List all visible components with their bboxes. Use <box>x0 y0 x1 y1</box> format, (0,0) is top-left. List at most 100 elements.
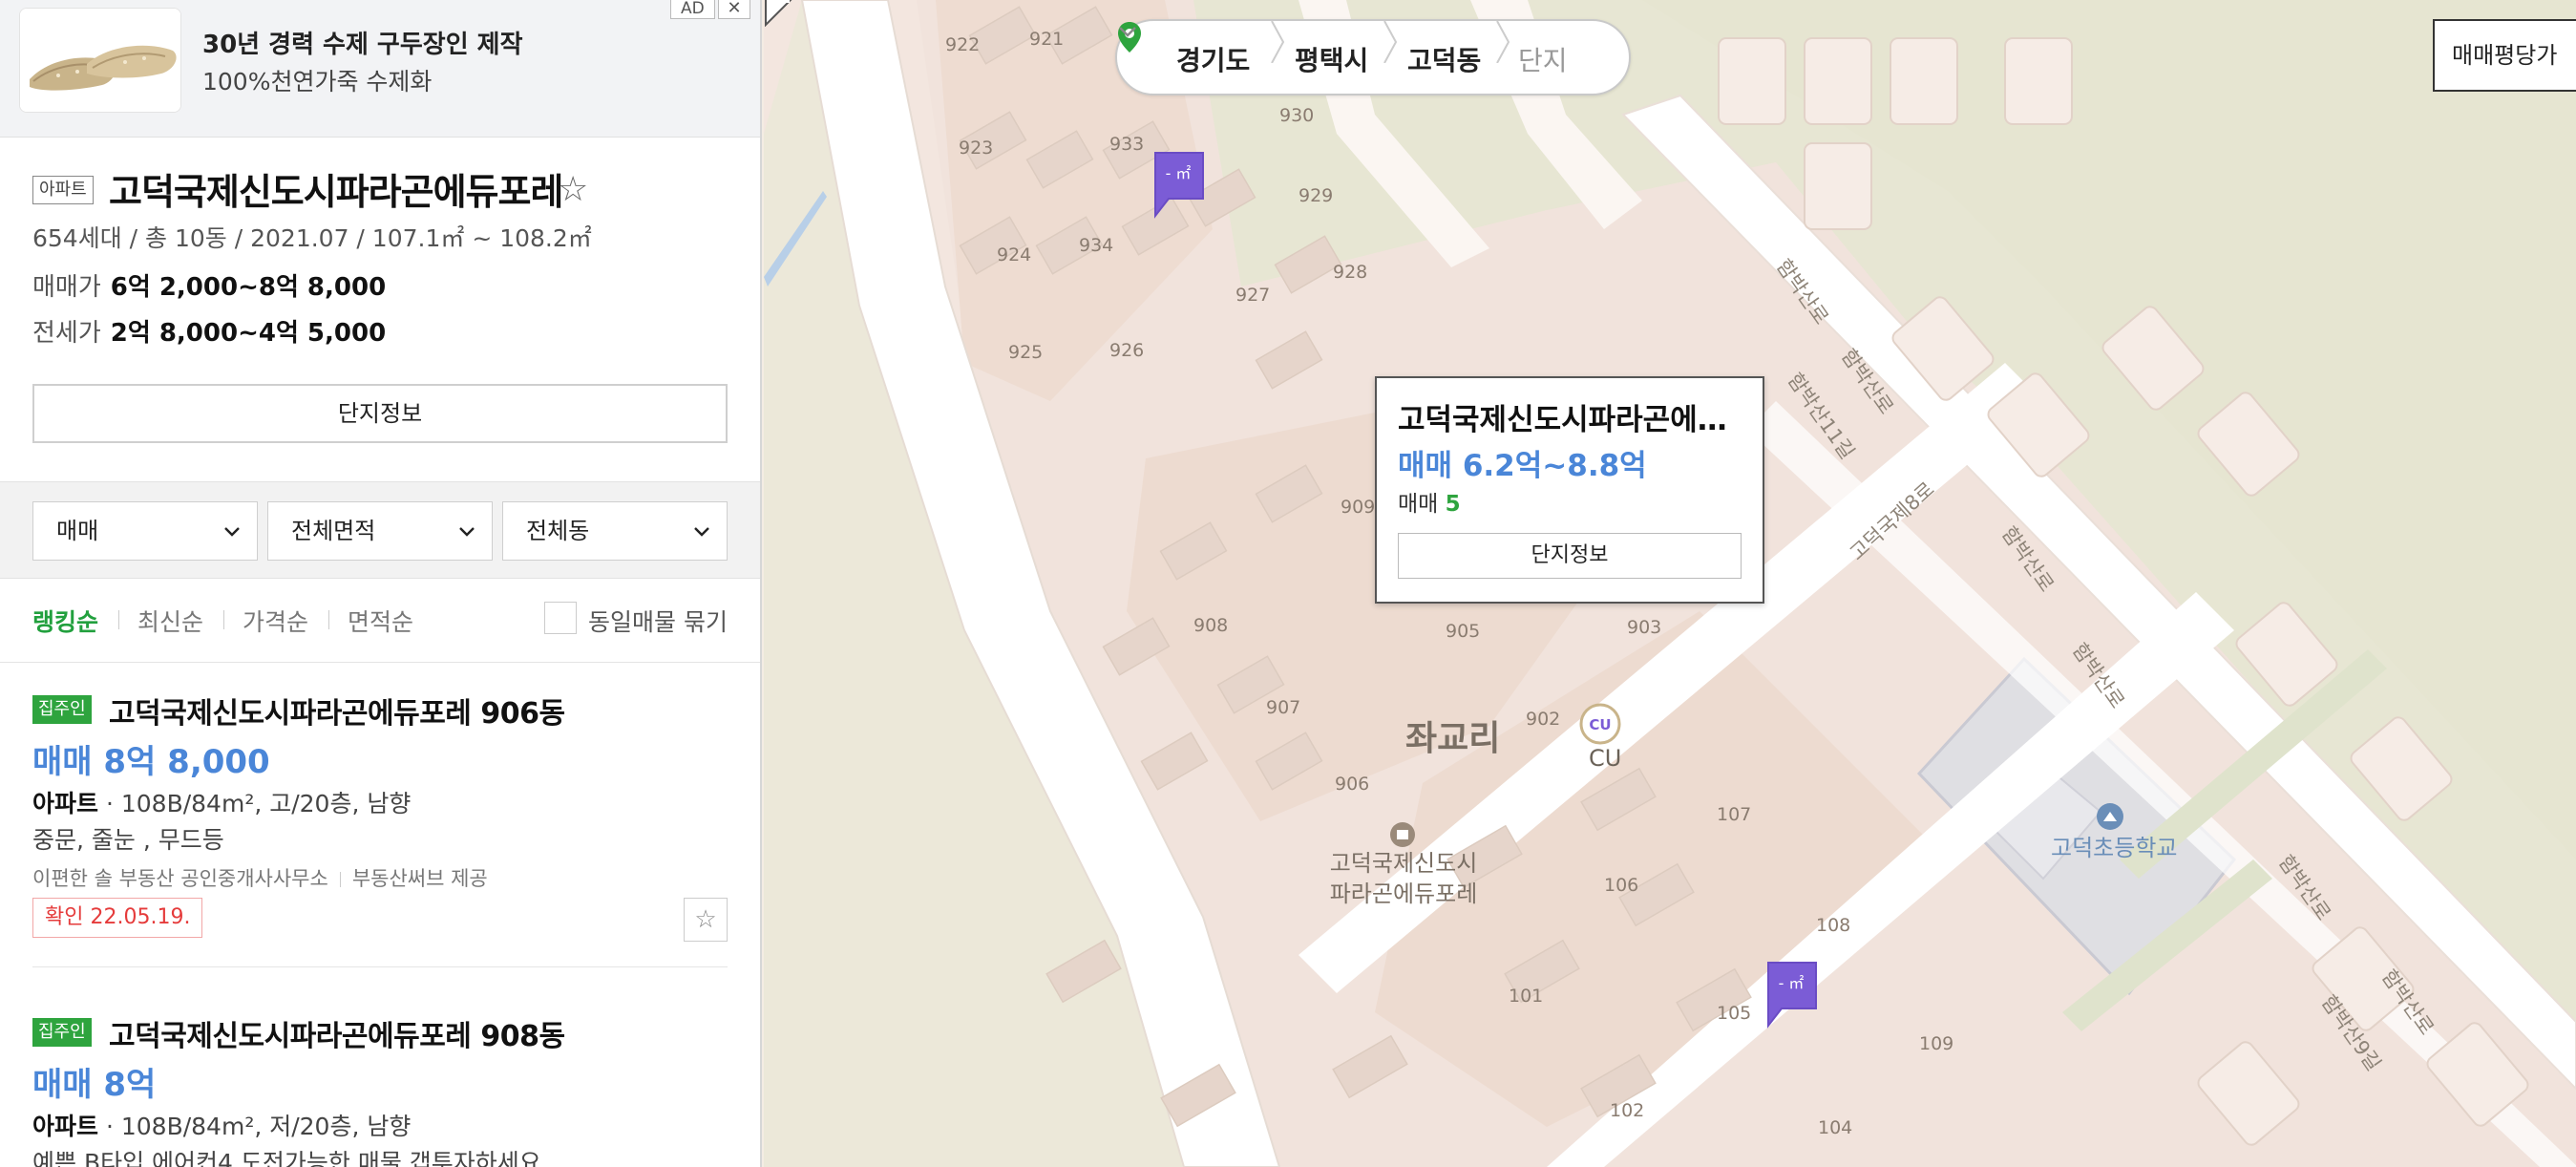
sort-area[interactable]: 면적순 <box>348 604 413 638</box>
building-number-label: 906 <box>1335 774 1370 795</box>
agency-name: 이편한 솔 부동산 공인중개사사무소 <box>32 867 328 890</box>
chevron-down-icon <box>694 527 709 537</box>
sort-latest[interactable]: 최신순 <box>137 604 203 638</box>
sort-ranking[interactable]: 랭킹순 <box>32 604 98 638</box>
building-number-label: 908 <box>1193 615 1229 636</box>
breadcrumb-dong[interactable]: 고덕동 <box>1407 40 1481 78</box>
popup-count-value: 5 <box>1445 492 1461 517</box>
listing-price: 매매 8억 <box>32 1066 157 1104</box>
listing-favorite-star-icon[interactable]: ☆ <box>684 898 728 942</box>
complex-summary: 아파트 고덕국제신도시파라곤에듀포레 ☆ 654세대 / 총 10동 / 202… <box>0 138 760 481</box>
building-number-label: 928 <box>1333 262 1368 283</box>
building-number-label: 933 <box>1109 134 1145 155</box>
marker-area-label: - ㎡ <box>1778 974 1805 992</box>
dong-select[interactable]: 전체동 <box>502 501 728 561</box>
sale-price-value: 6억 2,000~8억 8,000 <box>110 273 387 302</box>
listing-description: 예쁜 B타입 에어컨4 도전가능한 매물 갭투자하세요 <box>32 1149 541 1167</box>
listing-description: 중문, 줄눈 , 무드등 <box>32 826 224 854</box>
complex-info-button[interactable]: 단지정보 <box>32 384 728 443</box>
building-number-label: 105 <box>1717 1003 1752 1024</box>
owner-badge: 집주인 <box>32 1018 92 1047</box>
agency-divider <box>339 872 341 887</box>
ad-banner[interactable]: 30년 경력 수제 구두장인 제작 100%천연가죽 수제화 AD ✕ <box>0 0 760 138</box>
building-number-label: 923 <box>959 138 994 159</box>
area-select[interactable]: 전체면적 <box>267 501 493 561</box>
popup-complex-name[interactable]: 고덕국제신도시파라곤에듀포레 <box>1398 395 1751 438</box>
building-number-label: 905 <box>1446 621 1481 642</box>
property-type-badge: 아파트 <box>32 176 94 204</box>
building-number-label: 925 <box>1008 342 1044 363</box>
jeonse-price-value: 2억 8,000~4억 5,000 <box>110 319 387 348</box>
left-panel: 30년 경력 수제 구두장인 제작 100%천연가죽 수제화 AD ✕ 아파트 … <box>0 0 762 1167</box>
sale-price-range: 매매가 6억 2,000~8억 8,000 <box>32 267 386 303</box>
apartment-poi-icon[interactable] <box>1390 822 1415 847</box>
store-name-label[interactable]: CU <box>1589 745 1621 772</box>
ad-close-button[interactable]: ✕ <box>718 0 750 19</box>
complex-name: 고덕국제신도시파라곤에듀포레 <box>109 171 563 213</box>
school-name-label[interactable]: 고덕초등학교 <box>2051 829 2177 862</box>
listing-type: 아파트 <box>32 1113 99 1140</box>
listing-price: 매매 8억 8,000 <box>32 743 270 781</box>
sort-bar: 랭킹순 최신순 가격순 면적순 동일매물 묶기 <box>0 579 760 663</box>
building-number-label: 930 <box>1279 105 1315 126</box>
chevron-down-icon <box>224 527 240 537</box>
sort-divider <box>223 610 224 629</box>
breadcrumb-separator <box>1271 21 1285 63</box>
school-icon[interactable] <box>2097 803 2123 830</box>
favorite-star-icon[interactable]: ☆ <box>558 170 588 209</box>
listing-spec: 아파트 · 108B/84m², 고/20층, 남향 <box>32 790 412 817</box>
sort-price[interactable]: 가격순 <box>243 604 308 638</box>
sale-price-label: 매매가 <box>32 273 101 302</box>
building-number-label: 108 <box>1816 915 1851 936</box>
area-value: 전체면적 <box>291 518 376 544</box>
listing-map-marker[interactable]: - ㎡ <box>1151 149 1207 220</box>
breadcrumb-separator <box>1496 21 1510 63</box>
filter-bar: 매매 전체면적 전체동 <box>0 481 760 579</box>
building-number-label: 109 <box>1919 1033 1954 1054</box>
sort-divider <box>118 610 119 629</box>
popup-complex-info-button[interactable]: 단지정보 <box>1398 533 1742 579</box>
breadcrumb-separator <box>1383 21 1398 63</box>
building-number-label: 929 <box>1299 185 1334 206</box>
jeonse-price-range: 전세가 2억 8,000~4억 5,000 <box>32 313 386 349</box>
chevron-down-icon[interactable] <box>1117 21 1138 42</box>
building-number-label: 924 <box>997 244 1032 265</box>
group-same-listings-label[interactable]: 동일매물 묶기 <box>588 604 728 638</box>
ad-thumbnail-image[interactable] <box>19 8 181 113</box>
complex-poi-label[interactable]: 고덕국제신도시 파라곤에듀포레 <box>1318 848 1489 909</box>
building-number-label: 106 <box>1604 875 1639 896</box>
building-number-label: 922 <box>945 34 981 55</box>
ad-title[interactable]: 30년 경력 수제 구두장인 제작 <box>202 25 523 60</box>
building-number-label: 907 <box>1266 697 1301 718</box>
building-number-label: 927 <box>1235 285 1271 306</box>
listing-spec-detail: 108B/84m², 고/20층, 남향 <box>120 790 412 817</box>
breadcrumb-province[interactable]: 경기도 <box>1176 40 1250 78</box>
ad-subtitle[interactable]: 100%천연가죽 수제화 <box>202 63 432 97</box>
jeonse-price-label: 전세가 <box>32 319 101 348</box>
breadcrumb-complex[interactable]: 단지 <box>1518 40 1568 78</box>
listing-provider: 부동산써브 제공 <box>351 867 488 890</box>
listing-title[interactable]: 고덕국제신도시파라곤에듀포레 908동 <box>109 1012 565 1054</box>
dong-value: 전체동 <box>526 518 590 544</box>
map-view[interactable]: CU 922 921 923 924 925 926 927 928 929 9… <box>764 0 2576 1167</box>
building-number-label: 934 <box>1079 235 1114 256</box>
price-per-area-button[interactable]: 매매평당가 <box>2433 19 2576 92</box>
trade-type-select[interactable]: 매매 <box>32 501 258 561</box>
popup-listing-count: 매매 5 <box>1398 485 1461 518</box>
svg-text:CU: CU <box>1589 716 1611 733</box>
popup-price-range: 매매 6.2억~8.8억 <box>1398 449 1647 483</box>
complex-meta: 654세대 / 총 10동 / 2021.07 / 107.1㎡ ~ 108.2… <box>32 224 592 252</box>
listing-title[interactable]: 고덕국제신도시파라곤에듀포레 906동 <box>109 690 565 732</box>
popup-count-label: 매매 <box>1398 492 1439 517</box>
popup-tail <box>765 0 792 27</box>
listing-agency: 이편한 솔 부동산 공인중개사사무소 부동산써브 제공 <box>32 863 488 892</box>
complex-popup[interactable]: 고덕국제신도시파라곤에듀포레 매매 6.2억~8.8억 매매 5 단지정보 <box>1375 376 1764 604</box>
ad-badge: AD <box>670 0 715 19</box>
listing-map-marker[interactable]: - ㎡ <box>1764 959 1820 1029</box>
group-same-listings-checkbox[interactable] <box>544 602 577 634</box>
building-number-label: 104 <box>1818 1117 1853 1138</box>
listing-type: 아파트 <box>32 790 99 817</box>
breadcrumb-city[interactable]: 평택시 <box>1295 40 1368 78</box>
cu-store-icon[interactable]: CU <box>1579 703 1621 745</box>
marker-area-label: - ㎡ <box>1165 164 1192 182</box>
